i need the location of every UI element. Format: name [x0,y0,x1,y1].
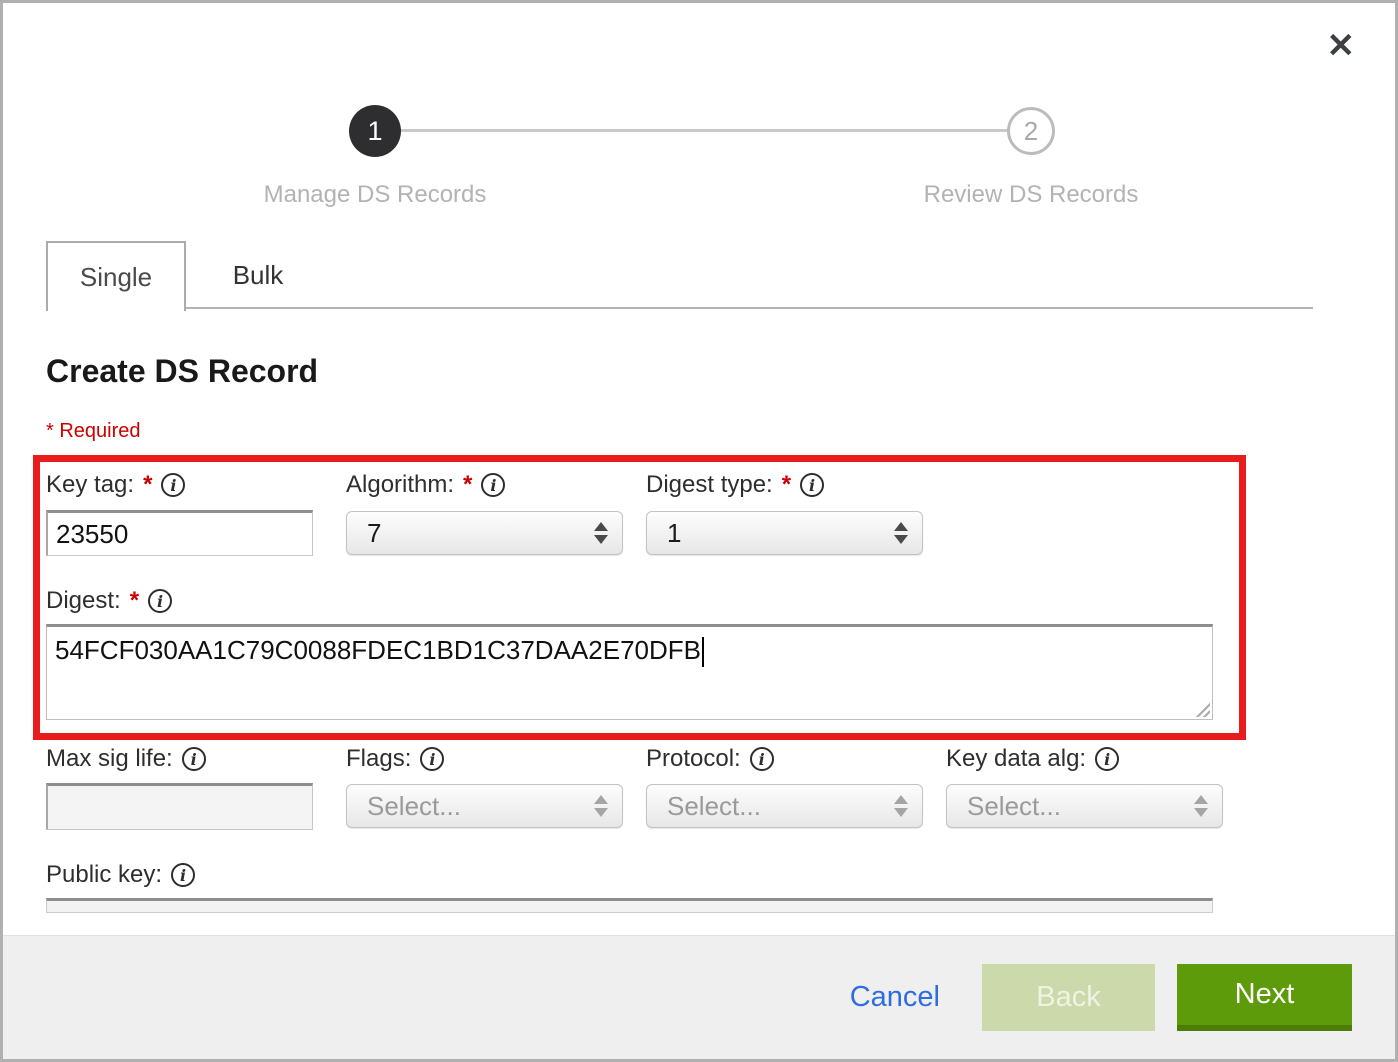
step-indicator-2: 2 [1007,107,1055,155]
info-icon[interactable]: i [481,473,505,497]
protocol-label: Protocol: i [646,745,774,773]
max-sig-life-label: Max sig life: i [46,745,206,773]
key-data-alg-select-value: Select... [967,791,1061,822]
digest-type-select[interactable]: 1 [646,511,923,555]
digest-type-label-text: Digest type: [646,471,773,499]
algorithm-label-text: Algorithm: [346,471,454,499]
flags-label-text: Flags: [346,745,411,773]
cancel-button[interactable]: Cancel [850,981,940,1014]
public-key-label: Public key: i [46,861,195,889]
info-icon[interactable]: i [161,473,185,497]
key-tag-input[interactable] [46,510,313,556]
footer-bar: Cancel Back Next [3,935,1395,1059]
algorithm-label: Algorithm: * i [346,471,505,499]
required-asterisk: * [782,471,791,499]
digest-type-select-value: 1 [667,518,681,549]
key-data-alg-label-text: Key data alg: [946,745,1086,773]
step-indicator-1: 1 [349,105,401,157]
next-button[interactable]: Next [1177,964,1352,1031]
max-sig-life-input[interactable] [46,783,313,830]
public-key-label-text: Public key: [46,861,162,889]
select-arrows-icon [1194,795,1208,817]
required-note: * Required [46,420,141,443]
resize-handle-icon[interactable] [1192,699,1210,717]
close-icon[interactable]: ✕ [1327,29,1356,63]
algorithm-select[interactable]: 7 [346,511,623,555]
digest-textarea[interactable]: 54FCF030AA1C79C0088FDEC1BD1C37DAA2E70DFB [46,624,1213,720]
required-asterisk: * [143,471,152,499]
key-data-alg-label: Key data alg: i [946,745,1119,773]
text-cursor [702,637,704,667]
info-icon[interactable]: i [182,747,206,771]
digest-label: Digest: * i [46,587,172,615]
digest-value: 54FCF030AA1C79C0088FDEC1BD1C37DAA2E70DFB [55,635,701,665]
info-icon[interactable]: i [148,589,172,613]
select-arrows-icon [594,795,608,817]
required-asterisk: * [130,587,139,615]
protocol-select[interactable]: Select... [646,784,923,828]
info-icon[interactable]: i [750,747,774,771]
key-data-alg-select[interactable]: Select... [946,784,1223,828]
algorithm-select-value: 7 [367,518,381,549]
info-icon[interactable]: i [171,863,195,887]
back-button[interactable]: Back [982,964,1155,1031]
flags-label: Flags: i [346,745,444,773]
public-key-textarea[interactable] [46,898,1213,913]
protocol-label-text: Protocol: [646,745,741,773]
max-sig-life-label-text: Max sig life: [46,745,173,773]
step-label-review-ds-records: Review DS Records [871,181,1191,209]
create-ds-record-modal: { "modal": { "close_icon": "✕", "stepper… [0,0,1398,1062]
select-arrows-icon [894,795,908,817]
key-tag-label-text: Key tag: [46,471,134,499]
info-icon[interactable]: i [420,747,444,771]
page-title: Create DS Record [46,353,318,390]
key-tag-label: Key tag: * i [46,471,185,499]
flags-select-value: Select... [367,791,461,822]
select-arrows-icon [894,522,908,544]
step-label-manage-ds-records: Manage DS Records [215,181,535,209]
digest-type-label: Digest type: * i [646,471,824,499]
tab-bulk[interactable]: Bulk [188,241,328,309]
info-icon[interactable]: i [1095,747,1119,771]
protocol-select-value: Select... [667,791,761,822]
flags-select[interactable]: Select... [346,784,623,828]
digest-label-text: Digest: [46,587,121,615]
info-icon[interactable]: i [800,473,824,497]
tab-single[interactable]: Single [46,241,186,311]
stepper-connector-line [401,129,1009,132]
required-asterisk: * [463,471,472,499]
select-arrows-icon [594,522,608,544]
